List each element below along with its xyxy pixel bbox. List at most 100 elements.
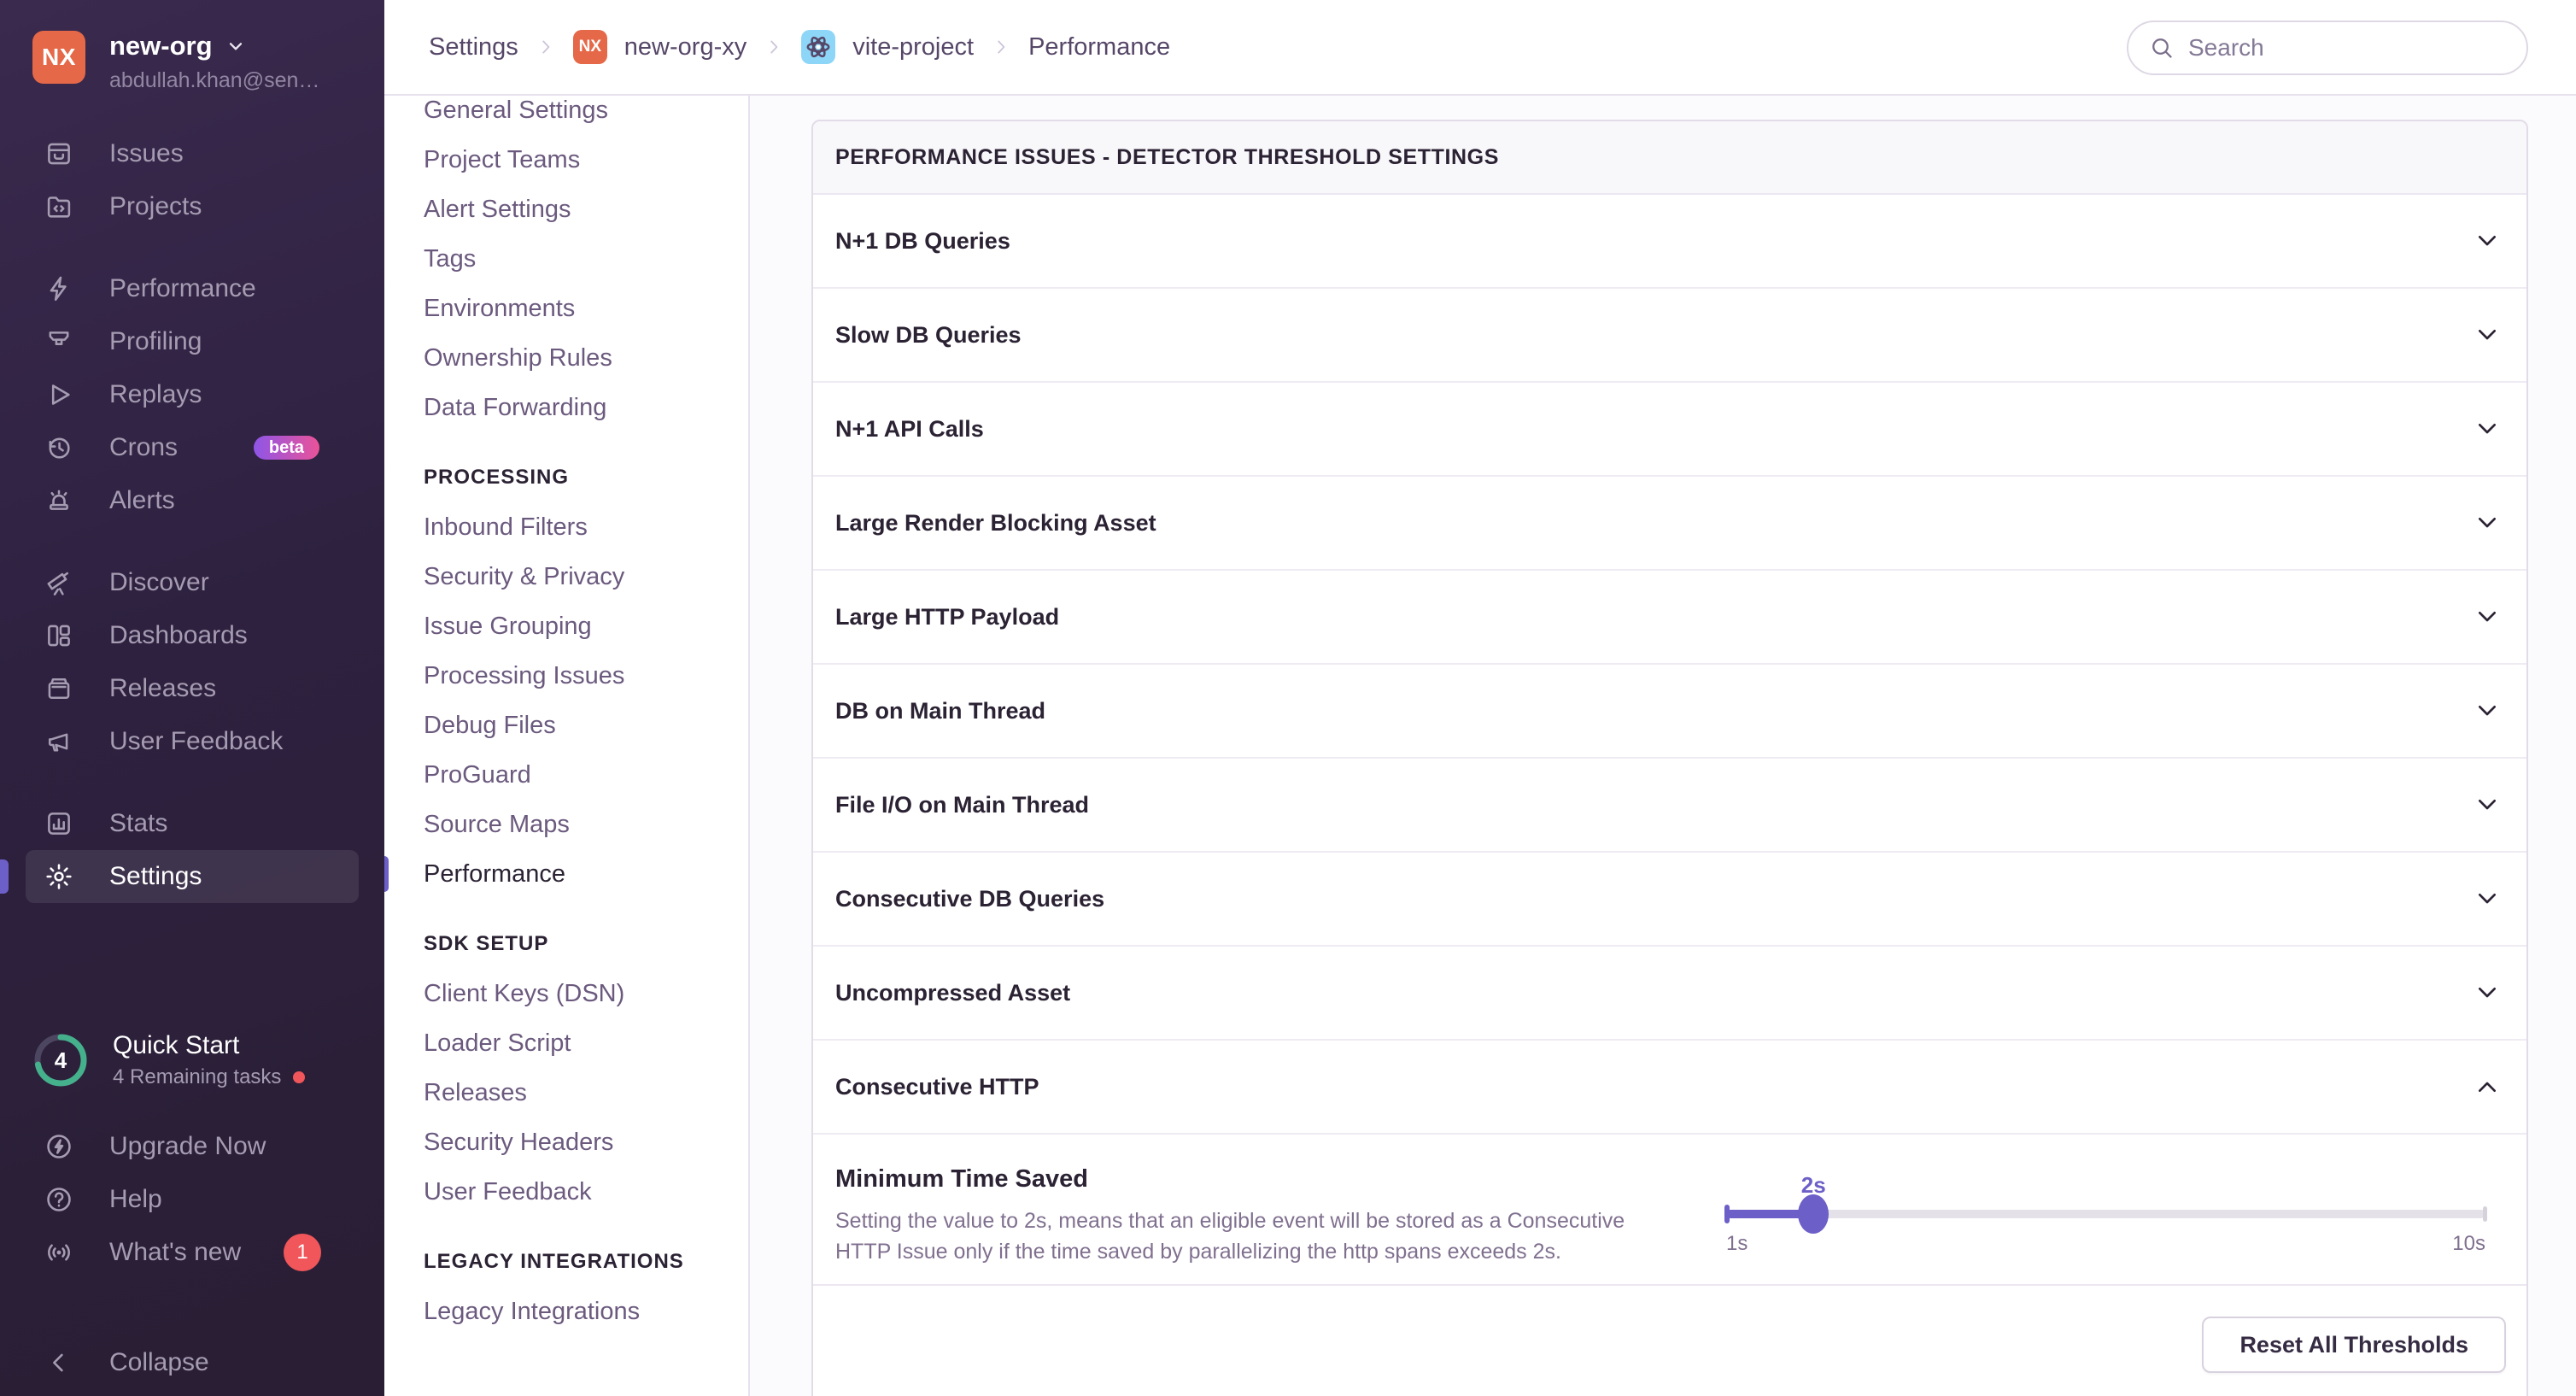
accordion-row-label: Uncompressed Asset — [835, 980, 1070, 1006]
org-switcher[interactable]: NX new-org abdullah.khan@sen… — [0, 0, 384, 93]
sidebar-item-profiling[interactable]: Profiling — [26, 315, 359, 368]
subnav-item-security-headers[interactable]: Security Headers — [424, 1117, 748, 1167]
subnav-item-user-feedback[interactable]: User Feedback — [424, 1167, 748, 1217]
gear-icon — [44, 862, 73, 891]
subnav-item-data-forwarding[interactable]: Data Forwarding — [424, 383, 748, 432]
subnav-item-source-maps[interactable]: Source Maps — [424, 800, 748, 849]
search-bar[interactable] — [2127, 21, 2528, 75]
accordion-row-consecutive-http[interactable]: Consecutive HTTP — [813, 1041, 2526, 1135]
accordion-row-label: N+1 DB Queries — [835, 228, 1010, 255]
subnav-item-client-keys[interactable]: Client Keys (DSN) — [424, 969, 748, 1018]
subnav-item-proguard[interactable]: ProGuard — [424, 750, 748, 800]
settings-subnav: General Settings Project Teams Alert Set… — [384, 96, 750, 1396]
subnav-item-legacy-integrations[interactable]: Legacy Integrations — [424, 1287, 748, 1336]
subnav-item-security-privacy[interactable]: Security & Privacy — [424, 552, 748, 601]
sidebar-item-projects[interactable]: Projects — [26, 180, 359, 233]
sidebar-item-label: Releases — [109, 674, 216, 703]
subnav-label: Security & Privacy — [424, 563, 624, 591]
sidebar-item-performance[interactable]: Performance — [26, 262, 359, 315]
megaphone-icon — [44, 727, 73, 756]
sidebar-item-crons[interactable]: Crons beta — [26, 421, 359, 474]
search-input[interactable] — [2188, 34, 2506, 62]
subnav-item-project-teams[interactable]: Project Teams — [424, 135, 748, 185]
subnav-label: Ownership Rules — [424, 344, 612, 372]
accordion-row-large-http-payload[interactable]: Large HTTP Payload — [813, 571, 2526, 665]
accordion-row-file-io-on-main-thread[interactable]: File I/O on Main Thread — [813, 759, 2526, 853]
subnav-item-tags[interactable]: Tags — [424, 234, 748, 284]
sidebar-item-whats-new[interactable]: What's new 1 — [26, 1226, 359, 1279]
projects-icon — [44, 192, 73, 221]
issues-icon — [44, 139, 73, 168]
accordion-row-uncompressed-asset[interactable]: Uncompressed Asset — [813, 947, 2526, 1041]
search-icon — [2149, 35, 2175, 61]
sidebar-item-help[interactable]: Help — [26, 1173, 359, 1226]
subnav-item-issue-grouping[interactable]: Issue Grouping — [424, 601, 748, 651]
subnav-item-releases[interactable]: Releases — [424, 1068, 748, 1117]
chevron-down-icon[interactable] — [2474, 415, 2501, 443]
accordion-row-large-render-blocking-asset[interactable]: Large Render Blocking Asset — [813, 477, 2526, 571]
chevron-down-icon[interactable] — [2474, 227, 2501, 255]
subnav-label: Data Forwarding — [424, 394, 606, 422]
chevron-down-icon — [225, 35, 247, 57]
breadcrumb-org[interactable]: new-org-xy — [624, 33, 746, 62]
accordion-row-slow-db-queries[interactable]: Slow DB Queries — [813, 289, 2526, 383]
subnav-label: Tags — [424, 245, 476, 273]
sidebar-item-upgrade[interactable]: Upgrade Now — [26, 1120, 359, 1173]
accordion-row-consecutive-db-queries[interactable]: Consecutive DB Queries — [813, 853, 2526, 947]
telescope-icon — [44, 568, 73, 597]
accordion-row-n1-db-queries[interactable]: N+1 DB Queries — [813, 195, 2526, 289]
accordion-row-label: Slow DB Queries — [835, 322, 1022, 349]
subnav-label: Client Keys (DSN) — [424, 980, 624, 1008]
chevron-down-icon[interactable] — [2474, 791, 2501, 818]
breadcrumb: Settings NX new-org-xy vite-project Perf… — [429, 30, 1170, 64]
chevron-down-icon[interactable] — [2474, 885, 2501, 912]
reset-all-thresholds-button[interactable]: Reset All Thresholds — [2202, 1317, 2506, 1373]
sidebar-item-releases[interactable]: Releases — [26, 662, 359, 715]
subnav-item-ownership-rules[interactable]: Ownership Rules — [424, 333, 748, 383]
sidebar-item-label: Crons — [109, 433, 178, 462]
subnav-item-environments[interactable]: Environments — [424, 284, 748, 333]
chevron-right-icon — [764, 37, 784, 57]
accordion-row-db-on-main-thread[interactable]: DB on Main Thread — [813, 665, 2526, 759]
sidebar-item-label: Alerts — [109, 486, 175, 515]
chevron-down-icon[interactable] — [2474, 603, 2501, 631]
sidebar-item-stats[interactable]: Stats — [26, 797, 359, 850]
subnav-item-loader-script[interactable]: Loader Script — [424, 1018, 748, 1068]
subnav-section-sdk-setup: SDK SETUP — [424, 919, 748, 969]
subnav-label: Environments — [424, 295, 575, 323]
chevron-down-icon[interactable] — [2474, 979, 2501, 1006]
subnav-item-alert-settings[interactable]: Alert Settings — [424, 185, 748, 234]
subnav-item-processing-issues[interactable]: Processing Issues — [424, 651, 748, 701]
breadcrumb-settings[interactable]: Settings — [429, 33, 518, 62]
quick-start[interactable]: 4 Quick Start 4 Remaining tasks — [32, 1019, 384, 1101]
sidebar-item-label: Profiling — [109, 327, 202, 356]
slider-handle[interactable] — [1798, 1194, 1829, 1234]
subnav-label: Inbound Filters — [424, 513, 588, 542]
sidebar-item-user-feedback[interactable]: User Feedback — [26, 715, 359, 768]
sidebar-item-settings[interactable]: Settings — [26, 850, 359, 903]
sidebar-item-label: Help — [109, 1185, 162, 1214]
sidebar-item-discover[interactable]: Discover — [26, 556, 359, 609]
panel-title: PERFORMANCE ISSUES - DETECTOR THRESHOLD … — [813, 121, 2526, 195]
sidebar-item-issues[interactable]: Issues — [26, 127, 359, 180]
setting-description: Setting the value to 2s, means that an e… — [835, 1205, 1681, 1267]
chevron-down-icon[interactable] — [2474, 509, 2501, 537]
whats-new-count-badge: 1 — [284, 1234, 321, 1271]
chevron-down-icon[interactable] — [2474, 697, 2501, 724]
subnav-item-performance[interactable]: Performance — [424, 849, 748, 899]
chevron-up-icon[interactable] — [2474, 1073, 2501, 1100]
dashboards-icon — [44, 621, 73, 650]
accordion-row-n1-api-calls[interactable]: N+1 API Calls — [813, 383, 2526, 477]
chevron-down-icon[interactable] — [2474, 321, 2501, 349]
subnav-item-inbound-filters[interactable]: Inbound Filters — [424, 502, 748, 552]
breadcrumb-project[interactable]: vite-project — [852, 33, 974, 62]
sidebar-item-dashboards[interactable]: Dashboards — [26, 609, 359, 662]
sidebar-item-alerts[interactable]: Alerts — [26, 474, 359, 527]
subnav-item-debug-files[interactable]: Debug Files — [424, 701, 748, 750]
sidebar-item-replays[interactable]: Replays — [26, 368, 359, 421]
org-avatar[interactable]: NX — [32, 31, 85, 84]
org-name[interactable]: new-org — [109, 31, 213, 62]
breadcrumb-page: Performance — [1028, 33, 1170, 62]
slider-track[interactable] — [1726, 1210, 2485, 1218]
sidebar-collapse-button[interactable]: Collapse — [26, 1336, 359, 1389]
